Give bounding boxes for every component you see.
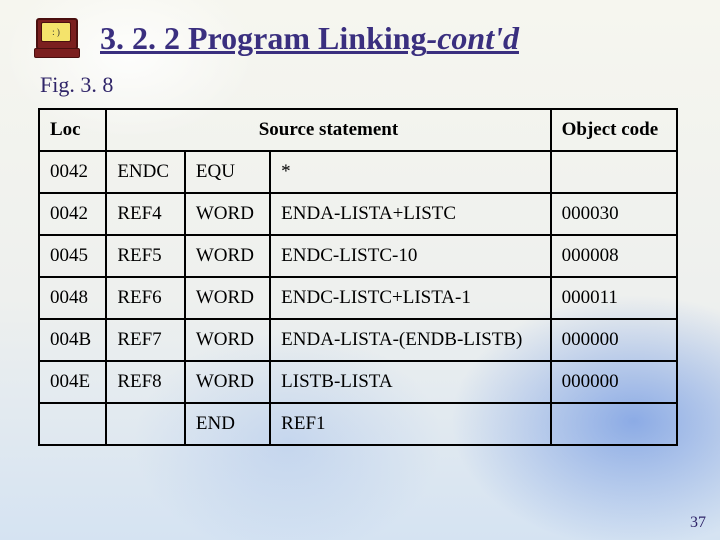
cell-op: WORD — [185, 277, 270, 319]
cell-op: WORD — [185, 319, 270, 361]
page-number: 37 — [690, 514, 706, 532]
table-row: 004E REF8 WORD LISTB-LISTA 000000 — [39, 361, 677, 403]
col-header-loc: Loc — [39, 109, 106, 151]
table-header-row: Loc Source statement Object code — [39, 109, 677, 151]
cell-label: REF7 — [106, 319, 185, 361]
cell-op: END — [185, 403, 270, 445]
table-row: 0045 REF5 WORD ENDC-LISTC-10 000008 — [39, 235, 677, 277]
slide-title: 3. 2. 2 Program Linking-cont'd — [100, 20, 519, 57]
cell-label — [106, 403, 185, 445]
computer-icon-face: : ) — [41, 22, 71, 42]
table-row: 0042 ENDC EQU * — [39, 151, 677, 193]
cell-loc: 0048 — [39, 277, 106, 319]
cell-op: WORD — [185, 235, 270, 277]
cell-label: REF4 — [106, 193, 185, 235]
cell-loc — [39, 403, 106, 445]
cell-object-code: 000000 — [551, 361, 677, 403]
cell-op: EQU — [185, 151, 270, 193]
table-row: 0048 REF6 WORD ENDC-LISTC+LISTA-1 000011 — [39, 277, 677, 319]
cell-operand: ENDA-LISTA+LISTC — [270, 193, 550, 235]
cell-operand: * — [270, 151, 550, 193]
cell-loc: 004E — [39, 361, 106, 403]
cell-op: WORD — [185, 361, 270, 403]
cell-label: ENDC — [106, 151, 185, 193]
computer-icon: : ) — [34, 18, 82, 58]
cell-object-code: 000000 — [551, 319, 677, 361]
program-linking-table: Loc Source statement Object code 0042 EN… — [38, 108, 678, 446]
cell-label: REF6 — [106, 277, 185, 319]
slide-title-main: 3. 2. 2 Program Linking — [100, 20, 427, 56]
cell-object-code: 000008 — [551, 235, 677, 277]
slide: : ) 3. 2. 2 Program Linking-cont'd Fig. … — [0, 0, 720, 540]
col-header-object-code: Object code — [551, 109, 677, 151]
table-row: END REF1 — [39, 403, 677, 445]
cell-op: WORD — [185, 193, 270, 235]
cell-loc: 0042 — [39, 151, 106, 193]
table-row: 0042 REF4 WORD ENDA-LISTA+LISTC 000030 — [39, 193, 677, 235]
cell-operand: ENDC-LISTC-10 — [270, 235, 550, 277]
cell-label: REF5 — [106, 235, 185, 277]
table-row: 004B REF7 WORD ENDA-LISTA-(ENDB-LISTB) 0… — [39, 319, 677, 361]
cell-loc: 0045 — [39, 235, 106, 277]
cell-loc: 0042 — [39, 193, 106, 235]
figure-label: Fig. 3. 8 — [40, 72, 686, 98]
cell-label: REF8 — [106, 361, 185, 403]
cell-operand: ENDC-LISTC+LISTA-1 — [270, 277, 550, 319]
cell-object-code — [551, 403, 677, 445]
cell-object-code: 000011 — [551, 277, 677, 319]
slide-title-suffix: -cont'd — [427, 20, 519, 56]
cell-loc: 004B — [39, 319, 106, 361]
cell-operand: LISTB-LISTA — [270, 361, 550, 403]
cell-operand: ENDA-LISTA-(ENDB-LISTB) — [270, 319, 550, 361]
title-row: : ) 3. 2. 2 Program Linking-cont'd — [34, 18, 686, 58]
cell-object-code: 000030 — [551, 193, 677, 235]
col-header-source: Source statement — [106, 109, 550, 151]
cell-operand: REF1 — [270, 403, 550, 445]
cell-object-code — [551, 151, 677, 193]
